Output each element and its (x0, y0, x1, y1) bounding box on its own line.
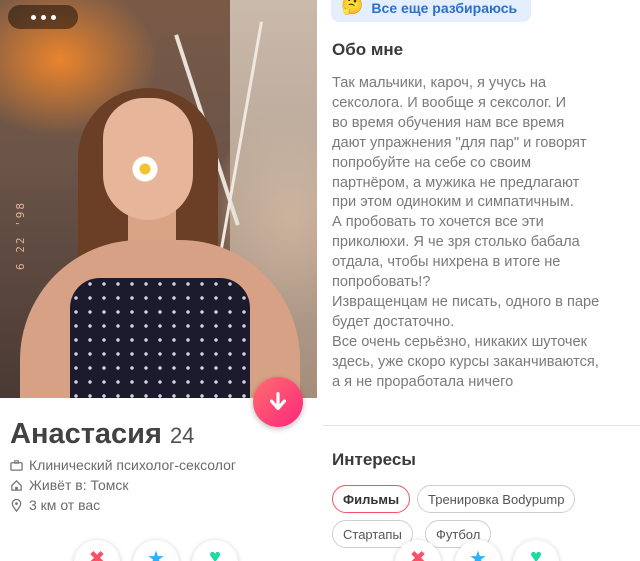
about-title: Обо мне (332, 40, 404, 59)
more-options-button[interactable] (8, 5, 78, 29)
section-divider (323, 425, 640, 426)
like-icon: ♥ (530, 546, 542, 561)
like-button[interactable]: ♥ (192, 540, 238, 561)
thinking-face-icon: 🤔 (341, 0, 364, 15)
photo-date-stamp: 6 22 '98 (14, 201, 27, 270)
like-icon: ♥ (209, 546, 221, 561)
dot-icon (40, 14, 46, 20)
city-info: Живёт в: Томск (10, 477, 128, 493)
location-pin-icon (11, 498, 22, 512)
distance-info: 3 км от вас (10, 497, 100, 513)
profile-card-left: 6 22 '98 Анастасия 24 Клинический психол… (0, 0, 317, 561)
name-age-row: Анастасия 24 (10, 418, 194, 451)
profile-name: Анастасия (10, 418, 162, 450)
dot-icon (30, 14, 36, 20)
interest-chip[interactable]: Стартапы (332, 520, 413, 548)
photo-dress (70, 278, 250, 398)
arrow-down-icon (269, 392, 287, 411)
job-text: Клинический психолог-сексолог (29, 457, 236, 473)
nope-button[interactable]: ✖ (74, 540, 120, 561)
home-icon (11, 479, 22, 491)
interests-title: Интересы (332, 450, 416, 469)
interest-chip[interactable]: Фильмы (332, 485, 411, 513)
distance-text: 3 км от вас (29, 497, 101, 513)
profile-photo[interactable]: 6 22 '98 (0, 0, 317, 398)
profile-card-right: 🤔 Все еще разбираюсь Обо мне Так мальчик… (323, 0, 640, 561)
collapse-profile-button[interactable] (253, 377, 303, 427)
nope-icon: ✖ (88, 548, 106, 561)
daisy-flower (132, 156, 158, 182)
briefcase-icon (10, 459, 23, 471)
job-info: Клинический психолог-сексолог (10, 457, 236, 473)
about-text: Так мальчики, кароч, я учусь на сексолог… (332, 75, 600, 390)
nope-icon: ✖ (409, 548, 427, 561)
dot-icon (50, 14, 56, 20)
like-button[interactable]: ♥ (513, 540, 559, 561)
city-text: Живёт в: Томск (29, 477, 129, 493)
super-like-icon: ★ (469, 548, 487, 561)
super-like-icon: ★ (147, 548, 165, 561)
profile-age: 24 (169, 423, 195, 448)
interest-chip[interactable]: Тренировка Bodypump (417, 485, 576, 513)
relationship-badge: 🤔 Все еще разбираюсь (331, 0, 532, 22)
relationship-badge-text: Все еще разбираюсь (371, 0, 518, 16)
super-like-button[interactable]: ★ (133, 540, 179, 561)
